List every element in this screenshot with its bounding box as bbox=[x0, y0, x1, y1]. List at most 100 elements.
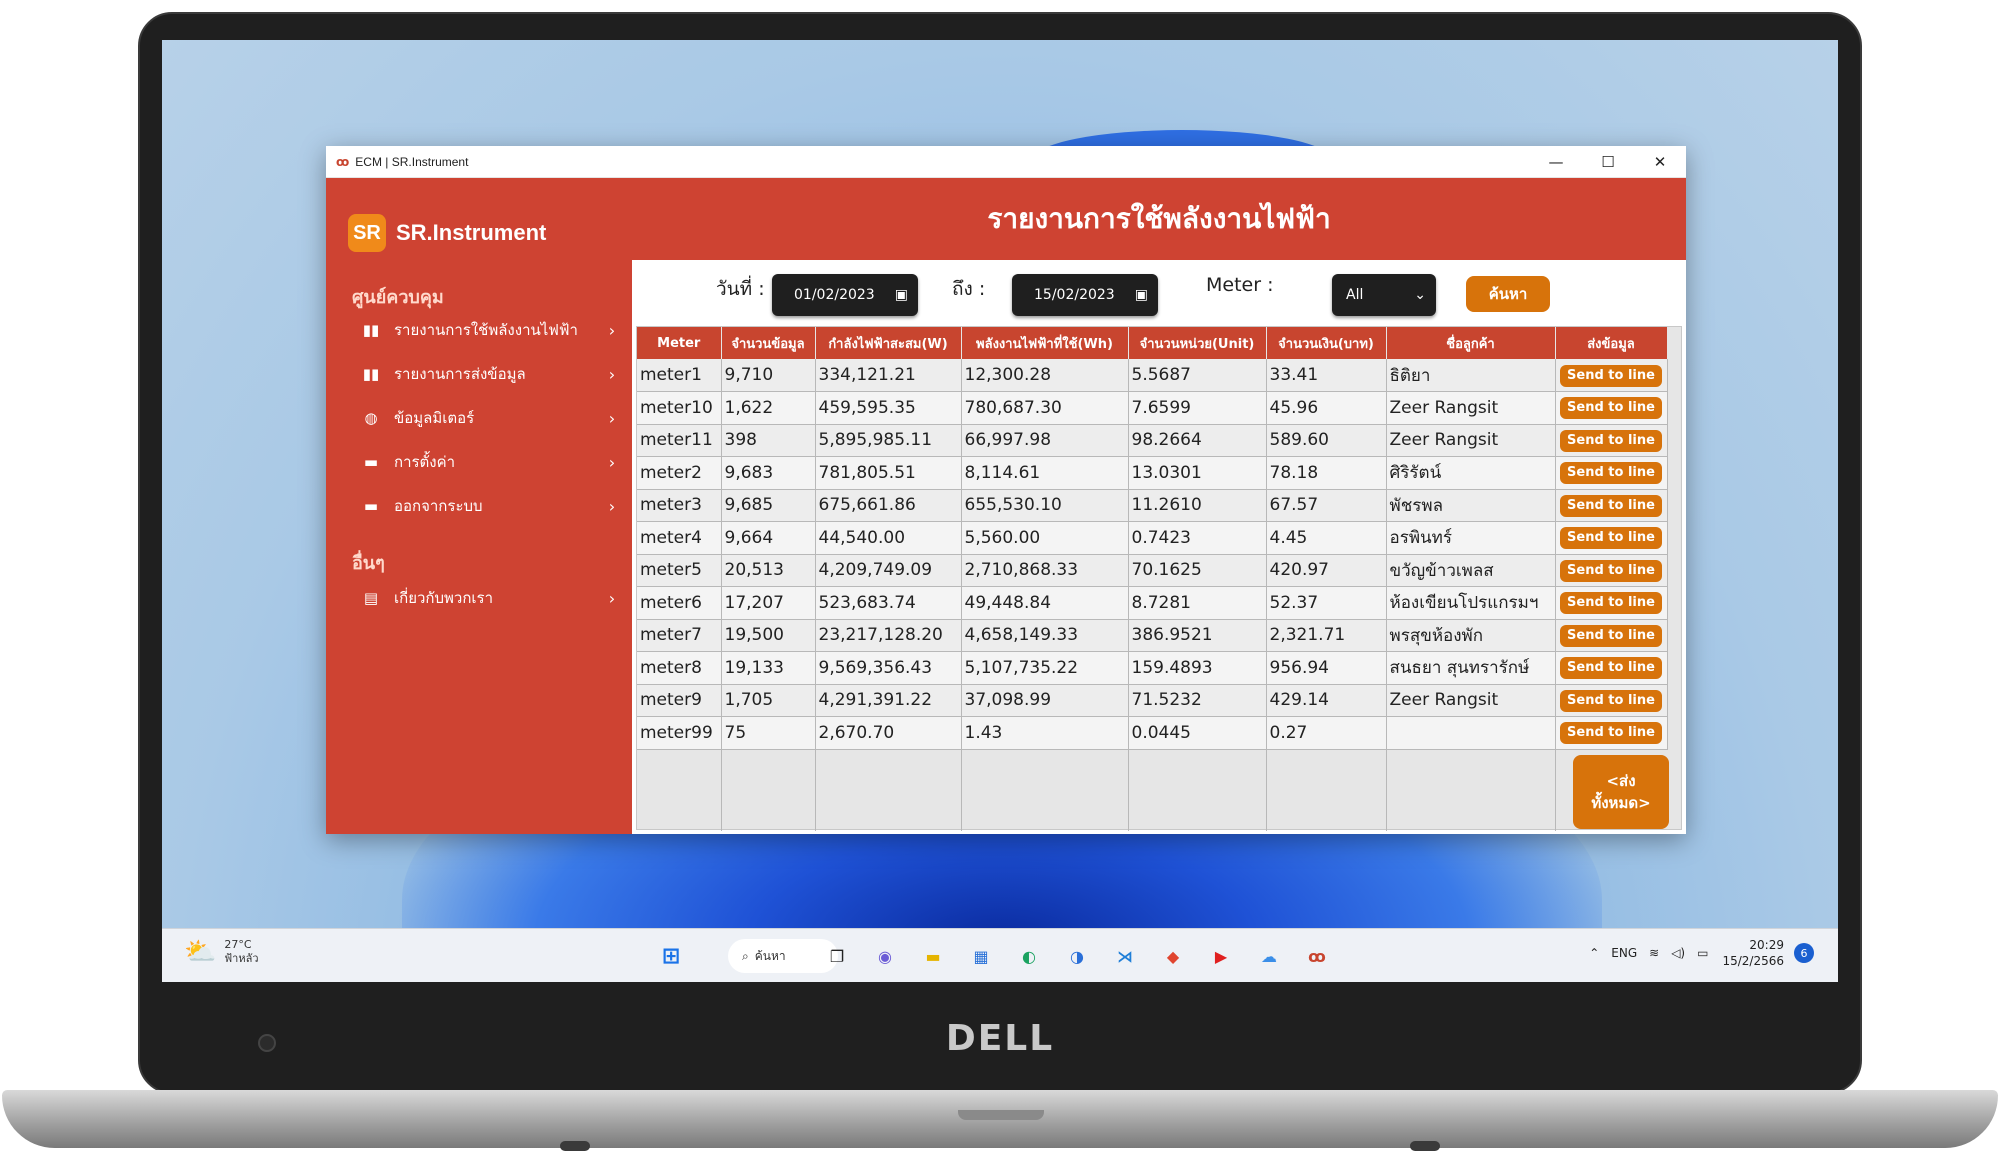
table-cell: 9,664 bbox=[721, 521, 816, 555]
app-body: SR SR.Instrument ศูนย์ควบคุม ▮▮ รายงานกา… bbox=[326, 178, 1686, 834]
column-header[interactable]: ส่งข้อมูล bbox=[1555, 327, 1668, 359]
send-to-line-button[interactable]: Send to line bbox=[1560, 462, 1662, 485]
table-cell: meter3 bbox=[637, 489, 722, 522]
table-cell: ห้องเขียนโปรแกรมฯ bbox=[1386, 586, 1556, 620]
laptop-foot bbox=[560, 1141, 590, 1151]
table-cell: 9,685 bbox=[721, 489, 816, 522]
calendar-icon: ▣ bbox=[894, 287, 908, 303]
send-to-line-button[interactable]: Send to line bbox=[1560, 364, 1662, 387]
table-row: meter8 19,133 9,569,356.43 5,107,735.22 159.… bbox=[637, 651, 1668, 685]
chevron-right-icon: › bbox=[608, 496, 616, 516]
table-row: meter1 9,710 334,121.21 12,300.28 5.5687 33.4… bbox=[637, 359, 1668, 392]
ecm-app-icon[interactable]: ꝏ bbox=[1302, 941, 1332, 971]
table-cell: 781,805.51 bbox=[815, 456, 962, 490]
meter-select[interactable]: All ⌄ bbox=[1332, 274, 1436, 316]
table-cell: 0.0445 bbox=[1128, 716, 1267, 750]
firefox-icon[interactable]: ◑ bbox=[1062, 941, 1092, 971]
table-cell: 4,658,149.33 bbox=[961, 619, 1129, 652]
table-cell: 44,540.00 bbox=[815, 521, 962, 555]
notification-badge[interactable]: 6 bbox=[1794, 943, 1814, 963]
sidebar-item-about[interactable]: ▤ เกี่ยวกับพวกเรา › bbox=[352, 580, 622, 616]
search-button[interactable]: ค้นหา bbox=[1466, 276, 1550, 312]
table-cell: 8,114.61 bbox=[961, 456, 1129, 490]
table-cell: 20,513 bbox=[721, 554, 816, 587]
table-cell: 13.0301 bbox=[1128, 456, 1267, 490]
video-player-icon[interactable]: ▶ bbox=[1206, 941, 1236, 971]
store-icon[interactable]: ▦ bbox=[966, 941, 996, 971]
table-cell: พัชรพล bbox=[1386, 489, 1556, 522]
chevron-right-icon: › bbox=[608, 408, 616, 428]
sidebar-item-meter-info[interactable]: ◍ ข้อมูลมิเตอร์ › bbox=[352, 400, 622, 436]
task-view-icon[interactable]: ❐ bbox=[822, 941, 852, 971]
send-to-line-button[interactable]: Send to line bbox=[1560, 397, 1662, 420]
book-icon: ▤ bbox=[363, 589, 379, 607]
table-cell: 12,300.28 bbox=[961, 359, 1129, 392]
table-cell: 52.37 bbox=[1266, 586, 1387, 620]
vscode-icon[interactable]: ⋊ bbox=[1110, 941, 1140, 971]
column-header[interactable]: กำลังไฟฟ้าสะสม(W) bbox=[815, 327, 962, 359]
table-cell-action: Send to line bbox=[1555, 391, 1668, 425]
sidebar-item-settings[interactable]: ▬ การตั้งค่า › bbox=[352, 444, 622, 480]
sidebar-item-label: ข้อมูลมิเตอร์ bbox=[394, 409, 475, 427]
send-all-button[interactable]: <ส่งทั้งหมด> bbox=[1573, 755, 1669, 829]
send-to-line-button[interactable]: Send to line bbox=[1560, 527, 1662, 550]
sidebar-item-transmission-report[interactable]: ▮▮ รายงานการส่งข้อมูล › bbox=[352, 356, 622, 392]
column-header[interactable]: จำนวนหน่วย(Unit) bbox=[1128, 327, 1267, 359]
meter-select-value: All bbox=[1346, 287, 1364, 303]
column-header[interactable]: จำนวนเงิน(บาท) bbox=[1266, 327, 1387, 359]
clock[interactable]: 20:29 15/2/2566 bbox=[1722, 937, 1784, 969]
table-cell: 159.4893 bbox=[1128, 651, 1267, 685]
volume-icon[interactable]: ◁) bbox=[1671, 946, 1685, 960]
sidebar-item-energy-report[interactable]: ▮▮ รายงานการใช้พลังงานไฟฟ้า › bbox=[352, 312, 622, 348]
figma-icon[interactable]: ◆ bbox=[1158, 941, 1188, 971]
to-date-input[interactable]: 15/02/2023 ▣ bbox=[1012, 274, 1158, 316]
dell-logo: DELL bbox=[945, 1018, 1055, 1059]
from-date-input[interactable]: 01/02/2023 ▣ bbox=[772, 274, 918, 316]
weather-widget[interactable]: ⛅ 27°C ฟ้าหลัว bbox=[184, 937, 259, 967]
sidebar-item-logout[interactable]: ▬ ออกจากระบบ › bbox=[352, 488, 622, 524]
send-to-line-button[interactable]: Send to line bbox=[1560, 689, 1662, 712]
table-row: meter4 9,664 44,540.00 5,560.00 0.7423 4.45 อร… bbox=[637, 521, 1668, 555]
column-header[interactable]: ชื่อลูกค้า bbox=[1386, 327, 1556, 359]
minimize-button[interactable]: — bbox=[1530, 146, 1582, 178]
battery-icon[interactable]: ▭ bbox=[1697, 946, 1708, 960]
file-explorer-icon[interactable]: ▬ bbox=[918, 941, 948, 971]
table-cell-action: Send to line bbox=[1555, 586, 1668, 620]
send-to-line-button[interactable]: Send to line bbox=[1560, 592, 1662, 615]
chat-icon[interactable]: ◉ bbox=[870, 941, 900, 971]
table-cell: 17,207 bbox=[721, 586, 816, 620]
send-to-line-button[interactable]: Send to line bbox=[1560, 494, 1662, 517]
close-button[interactable]: ✕ bbox=[1634, 146, 1686, 178]
send-to-line-button[interactable]: Send to line bbox=[1560, 559, 1662, 582]
from-date-label: วันที่ : bbox=[716, 278, 765, 300]
table-cell: 2,321.71 bbox=[1266, 619, 1387, 652]
chevron-up-icon[interactable]: ⌃ bbox=[1589, 946, 1599, 960]
table-cell: 1,705 bbox=[721, 684, 816, 717]
table-cell-action: Send to line bbox=[1555, 359, 1668, 392]
from-date-value: 01/02/2023 bbox=[794, 287, 875, 303]
table-cell-action: Send to line bbox=[1555, 456, 1668, 490]
table-cell: 675,661.86 bbox=[815, 489, 962, 522]
send-to-line-button[interactable]: Send to line bbox=[1560, 657, 1662, 680]
table-row: meter5 20,513 4,209,749.09 2,710,868.33 70.1… bbox=[637, 554, 1668, 587]
send-to-line-button[interactable]: Send to line bbox=[1560, 624, 1662, 647]
table-cell: 2,710,868.33 bbox=[961, 554, 1129, 587]
wifi-icon[interactable]: ≋ bbox=[1649, 946, 1659, 960]
column-header[interactable]: จำนวนข้อมูล bbox=[721, 327, 816, 359]
edge-browser-icon[interactable]: ◐ bbox=[1014, 941, 1044, 971]
table-cell: 956.94 bbox=[1266, 651, 1387, 685]
windows-start-icon[interactable]: ⊞ bbox=[656, 941, 686, 971]
maximize-button[interactable]: ☐ bbox=[1582, 146, 1634, 178]
send-to-line-button[interactable]: Send to line bbox=[1560, 722, 1662, 745]
cloud-app-icon[interactable]: ☁ bbox=[1254, 941, 1284, 971]
column-header[interactable]: Meter bbox=[637, 327, 722, 359]
table-cell: 398 bbox=[721, 424, 816, 457]
chevron-right-icon: › bbox=[608, 364, 616, 384]
table-cell: meter7 bbox=[637, 619, 722, 652]
language-indicator[interactable]: ENG bbox=[1611, 946, 1637, 960]
table-cell: 589.60 bbox=[1266, 424, 1387, 457]
table-cell: meter4 bbox=[637, 521, 722, 555]
send-to-line-button[interactable]: Send to line bbox=[1560, 429, 1662, 452]
column-header[interactable]: พลังงานไฟฟ้าที่ใช้(Wh) bbox=[961, 327, 1129, 359]
system-tray: ⌃ ENG ≋ ◁) ▭ 20:29 15/2/2566 6 bbox=[1577, 937, 1814, 969]
